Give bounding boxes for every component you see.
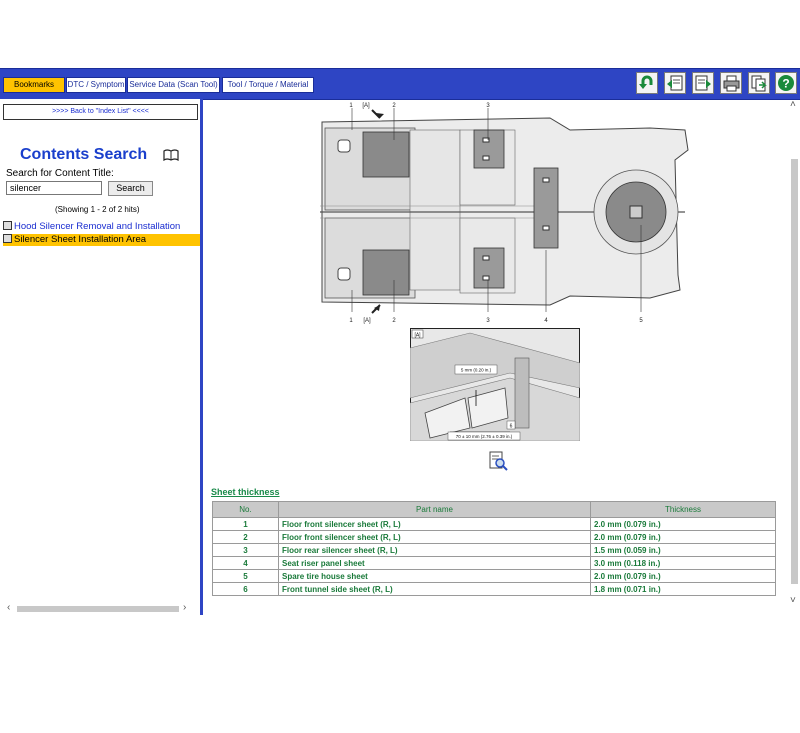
dimension-label: 70 ± 10 mm (2.76 ± 0.39 in.) [456,434,513,439]
cell-no: 1 [212,517,279,531]
scroll-thumb[interactable] [17,606,179,612]
contents-search-title: Contents Search [20,146,148,163]
print-button[interactable] [720,72,742,94]
book-icon [163,149,179,161]
back-to-index-link[interactable]: >>>> Back to "Index List" <<<< [3,104,198,120]
cell-part-name: Floor front silencer sheet (R, L) [278,530,591,544]
callout-label: 3 [486,318,490,324]
scroll-down-icon[interactable]: ˅ [790,595,796,606]
cell-part-name: Floor rear silencer sheet (R, L) [278,543,591,557]
table-row: 4 Seat riser panel sheet 3.0 mm (0.118 in.… [212,556,776,570]
top-toolbar: Bookmarks DTC / Symptom Service Data (Sc… [0,68,800,100]
next-page-icon [695,75,711,91]
sheet-thickness-table: No. Part name Thickness 1 Floor front sil… [212,501,776,596]
previous-page-button[interactable] [664,72,686,94]
cell-part-name: Spare tire house sheet [278,569,591,583]
previous-page-icon [667,75,683,91]
sheet-thickness-heading: Sheet thickness [211,487,280,497]
cell-thickness: 2.0 mm (0.079 in.) [590,530,776,544]
cell-thickness: 3.0 mm (0.118 in.) [590,556,776,570]
callout-label: 2 [392,318,396,324]
tab-service-data[interactable]: Service Data (Scan Tool) [127,77,220,93]
result-label: Hood Silencer Removal and Installation [14,221,181,232]
floor-diagram: 1 [A] 2 3 1 [A] 2 3 4 5 [320,103,689,324]
column-header: No. [212,501,279,518]
callout-label: 3 [486,103,490,109]
cell-no: 3 [212,543,279,557]
cell-no: 6 [212,582,279,596]
help-icon: ? [778,75,794,91]
back-button[interactable] [636,72,658,94]
callout-label: [A] [363,318,371,324]
next-page-button[interactable] [692,72,714,94]
content-vertical-scrollbar[interactable]: ˄ ˅ [789,99,800,612]
result-label: Silencer Sheet Installation Area [14,234,147,245]
cell-no: 4 [212,556,279,570]
column-header: Thickness [590,501,776,518]
callout-label: 1 [349,103,353,109]
export-button[interactable] [748,72,770,94]
search-label: Search for Content Title: [6,168,114,179]
table-row: 2 Floor front silencer sheet (R, L) 2.0 mm… [212,530,776,544]
document-icon [3,234,12,243]
cell-no: 2 [212,530,279,544]
callout-label: 4 [544,318,548,324]
dimension-label: 5 mm (0.20 in.) [461,368,492,373]
sidebar-horizontal-scrollbar[interactable]: ‹ › [5,602,195,614]
callout-label: 5 [639,318,643,324]
print-icon [723,75,740,92]
callout-label: 6 [510,424,513,430]
table-row: 6 Front tunnel side sheet (R, L) 1.8 mm (0… [212,582,776,596]
tab-bookmarks[interactable]: Bookmarks [3,77,65,93]
table-row: 3 Floor rear silencer sheet (R, L) 1.5 mm … [212,543,776,557]
scroll-up-icon[interactable]: ˄ [790,99,796,110]
search-result-item[interactable]: Hood Silencer Removal and Installation [3,221,200,233]
cell-thickness: 2.0 mm (0.079 in.) [590,517,776,531]
callout-label: [A] [362,103,370,109]
detail-inset-image: [A] 5 mm (0.20 in.) 70 ± 10 mm (2.76 ± 0… [410,328,580,441]
hits-count: (Showing 1 - 2 of 2 hits) [55,205,140,214]
callout-label: 2 [392,103,396,109]
cell-part-name: Floor front silencer sheet (R, L) [278,517,591,531]
pane-divider[interactable] [200,99,203,615]
scroll-right-icon[interactable]: › [183,602,186,613]
cell-part-name: Seat riser panel sheet [278,556,591,570]
svg-text:?: ? [782,77,789,91]
column-header: Part name [278,501,591,518]
cell-thickness: 2.0 mm (0.079 in.) [590,569,776,583]
cell-no: 5 [212,569,279,583]
help-button[interactable]: ? [775,72,797,94]
back-arrow-icon [639,75,653,89]
search-button[interactable]: Search [108,181,153,196]
scroll-left-icon[interactable]: ‹ [7,602,10,613]
cell-thickness: 1.8 mm (0.071 in.) [590,582,776,596]
cell-part-name: Front tunnel side sheet (R, L) [278,582,591,596]
callout-label: 1 [349,318,353,324]
zoom-image-icon[interactable] [488,451,508,471]
table-row: 1 Floor front silencer sheet (R, L) 2.0 mm… [212,517,776,531]
document-icon [3,221,12,230]
scroll-thumb[interactable] [791,159,798,584]
detail-label: [A] [414,333,421,339]
table-row: 5 Spare tire house sheet 2.0 mm (0.079 in.… [212,569,776,583]
cell-thickness: 1.5 mm (0.059 in.) [590,543,776,557]
search-input[interactable] [6,181,102,195]
export-icon [751,75,767,92]
tab-dtc-symptom[interactable]: DTC / Symptom [66,77,126,93]
search-result-item-selected[interactable]: Silencer Sheet Installation Area [3,234,200,246]
tab-tool-torque-material[interactable]: Tool / Torque / Material [222,77,314,93]
